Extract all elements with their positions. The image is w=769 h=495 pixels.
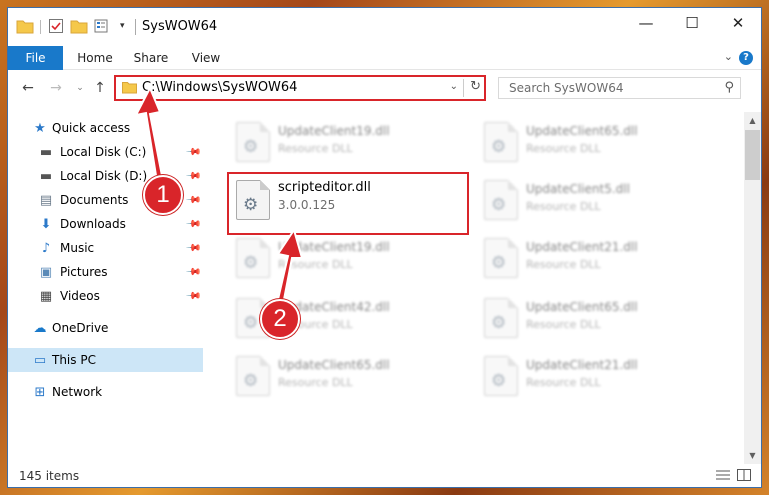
explorer-window: ▾ SysWOW64 — ☐ ✕ File Home Share View ⌄ … (7, 7, 762, 488)
callout-badge-2: 2 (260, 299, 300, 339)
callout-badge-1: 1 (143, 175, 183, 215)
callout-arrows (134, 85, 304, 312)
